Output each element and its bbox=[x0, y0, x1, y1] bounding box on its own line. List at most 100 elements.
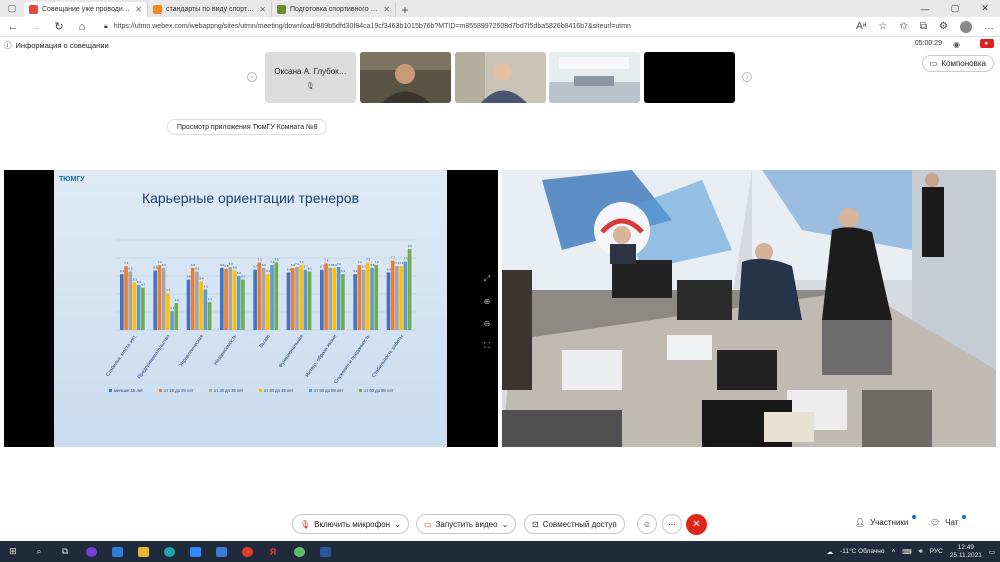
presentation-slide: 6.2 7.1 6.5 5.3 5.0 4.7 Стабильн. места жит. 6.… bbox=[54, 170, 447, 447]
chat-notification-dot bbox=[962, 515, 966, 519]
back-icon[interactable]: ← bbox=[6, 21, 20, 33]
participant-thumbnail-4[interactable] bbox=[549, 52, 640, 103]
minimize-icon[interactable]: — bbox=[910, 0, 940, 17]
language-indicator[interactable]: РУС bbox=[930, 548, 943, 555]
new-tab-button[interactable]: + bbox=[396, 2, 414, 17]
collections-icon[interactable]: ⧉ bbox=[920, 21, 927, 32]
store-icon[interactable] bbox=[208, 541, 234, 562]
bar bbox=[374, 265, 379, 330]
tray-chevron-icon[interactable]: ˄ bbox=[891, 548, 895, 555]
home-icon[interactable]: ⌂ bbox=[75, 21, 89, 33]
profile-avatar[interactable] bbox=[960, 20, 972, 33]
bar bbox=[261, 267, 266, 330]
unmute-mic-button[interactable]: 🎙︎ Включить микрофон ⌄ bbox=[292, 514, 409, 534]
share-button[interactable]: ⊡ Совместный доступ bbox=[524, 514, 625, 534]
clock-time: 12:49 bbox=[957, 543, 974, 551]
close-tab-icon[interactable]: ✕ bbox=[135, 5, 142, 14]
fullscreen-icon[interactable]: ⤢ bbox=[484, 274, 490, 284]
data-label: 7.7 bbox=[391, 256, 396, 260]
tab-title: Совещание уже проводится bbox=[42, 6, 132, 13]
task-view-icon[interactable]: ⧉ bbox=[52, 541, 78, 562]
tab-actions-icon[interactable]: ▢ bbox=[0, 0, 24, 17]
close-tab-icon[interactable]: ✕ bbox=[383, 5, 390, 14]
chat-label: Чат bbox=[945, 518, 959, 527]
file-explorer-icon[interactable] bbox=[130, 541, 156, 562]
leave-meeting-button[interactable]: ✕ bbox=[686, 514, 707, 535]
app-view-button[interactable]: Просмотр приложения ТюмГУ Комната №8 bbox=[167, 119, 328, 135]
category-label: Предпринимательство bbox=[137, 334, 172, 381]
close-window-icon[interactable]: ✕ bbox=[970, 0, 1000, 17]
fit-icon[interactable]: ⛶ bbox=[484, 341, 490, 351]
browser-tab-strip: ▢ Совещание уже проводится ✕ стандарты п… bbox=[0, 0, 1000, 17]
lock-icon: 🔒︎ bbox=[104, 22, 108, 30]
bar bbox=[253, 269, 257, 330]
bar bbox=[290, 267, 295, 330]
reactions-button[interactable]: ☺ bbox=[637, 514, 657, 534]
legend-label: от 40 до 49 лет bbox=[264, 388, 294, 393]
bar bbox=[366, 262, 370, 330]
reload-icon[interactable]: ↻ bbox=[52, 20, 66, 33]
active-speaker-video[interactable] bbox=[502, 170, 996, 447]
category-label: Независимость bbox=[213, 333, 239, 366]
category-label: Функциональная bbox=[278, 333, 305, 369]
close-tab-icon[interactable]: ✕ bbox=[259, 5, 266, 14]
legend-label: от 60 до 69 лет bbox=[364, 388, 394, 393]
extensions-icon[interactable]: ⚙ bbox=[939, 21, 948, 32]
weather-text[interactable]: -11°C Облачно bbox=[840, 548, 884, 555]
windows-start-icon[interactable]: ⊞ bbox=[0, 541, 26, 562]
zoom-in-icon[interactable]: ⊕ bbox=[484, 297, 491, 306]
address-bar[interactable]: 🔒︎ https://utmn.webex.com/webappng/sites… bbox=[98, 19, 847, 34]
emoji-icon: ☺ bbox=[642, 519, 652, 529]
participant-thumbnail-2[interactable] bbox=[360, 52, 451, 103]
data-label: 7.2 bbox=[358, 260, 363, 264]
notifications-icon[interactable]: ▭ bbox=[989, 548, 995, 556]
participant-thumbnail-3[interactable] bbox=[455, 52, 546, 103]
yandex-icon[interactable]: Я bbox=[260, 541, 286, 562]
more-icon[interactable]: … bbox=[984, 21, 994, 32]
volume-icon[interactable]: 🔊︎ bbox=[919, 548, 923, 556]
data-label: 9.0 bbox=[408, 244, 413, 248]
participants-button[interactable]: 👤︎ Участники bbox=[855, 518, 908, 527]
app-icon-1[interactable] bbox=[78, 541, 104, 562]
webex-app-icon[interactable] bbox=[286, 541, 312, 562]
bar bbox=[195, 271, 199, 330]
strip-prev-arrow-icon[interactable]: ‹ bbox=[247, 72, 257, 82]
legend-label: от 30 до 39 лет bbox=[214, 388, 244, 393]
chevron-down-icon[interactable]: ⌄ bbox=[502, 520, 509, 529]
yandex-browser-icon[interactable] bbox=[234, 541, 260, 562]
strip-next-arrow-icon[interactable]: › bbox=[742, 72, 752, 82]
bar bbox=[170, 311, 174, 330]
chat-button[interactable]: 💬︎ Чат bbox=[930, 518, 958, 527]
browser-tab-meeting[interactable]: Совещание уже проводится ✕ bbox=[24, 2, 148, 17]
network-icon[interactable]: ⌨ bbox=[902, 548, 911, 556]
read-aloud-icon[interactable]: Aᵃ bbox=[856, 21, 866, 32]
forward-icon[interactable]: → bbox=[29, 21, 43, 33]
participant-thumbnail-5[interactable] bbox=[644, 52, 735, 103]
browser-tab-reserve[interactable]: Подготовка спортивного резе… ✕ bbox=[272, 2, 396, 17]
start-video-button[interactable]: ▭ Запустить видео ⌄ bbox=[416, 514, 517, 534]
bar bbox=[332, 267, 337, 330]
favorites-icon[interactable]: ✩ bbox=[900, 21, 908, 32]
chevron-down-icon[interactable]: ⌄ bbox=[394, 520, 401, 529]
favorite-star-icon[interactable]: ☆ bbox=[879, 21, 888, 32]
edge-browser-icon[interactable] bbox=[156, 541, 182, 562]
zoom-out-icon[interactable]: ⊖ bbox=[484, 319, 491, 328]
bar bbox=[353, 274, 357, 330]
participant-thumbnail-oksana[interactable]: Оксана А. Глубок… 🎙︎ bbox=[265, 52, 356, 103]
maximize-icon[interactable]: ▢ bbox=[940, 0, 970, 17]
participant-video-3 bbox=[455, 52, 546, 103]
data-label: 6.7 bbox=[253, 265, 258, 269]
more-options-button[interactable]: ⋯ bbox=[662, 514, 682, 534]
data-label: 6.4 bbox=[287, 267, 292, 271]
data-label: 6.5 bbox=[308, 267, 313, 271]
word-icon[interactable] bbox=[312, 541, 338, 562]
layout-button[interactable]: ▭ Компоновка bbox=[921, 55, 994, 72]
bar bbox=[390, 260, 395, 330]
browser-tab-standards[interactable]: стандарты по виду спорта — Я ✕ bbox=[148, 2, 272, 17]
zoom-app-icon[interactable] bbox=[182, 541, 208, 562]
meeting-info-link[interactable]: ⓘ Информация о совещании bbox=[4, 40, 109, 51]
mail-icon[interactable] bbox=[104, 541, 130, 562]
legend-swatch bbox=[359, 389, 362, 392]
system-clock[interactable]: 12:49 25.11.2021 bbox=[950, 544, 982, 560]
search-icon[interactable]: ⌕ bbox=[26, 541, 52, 562]
